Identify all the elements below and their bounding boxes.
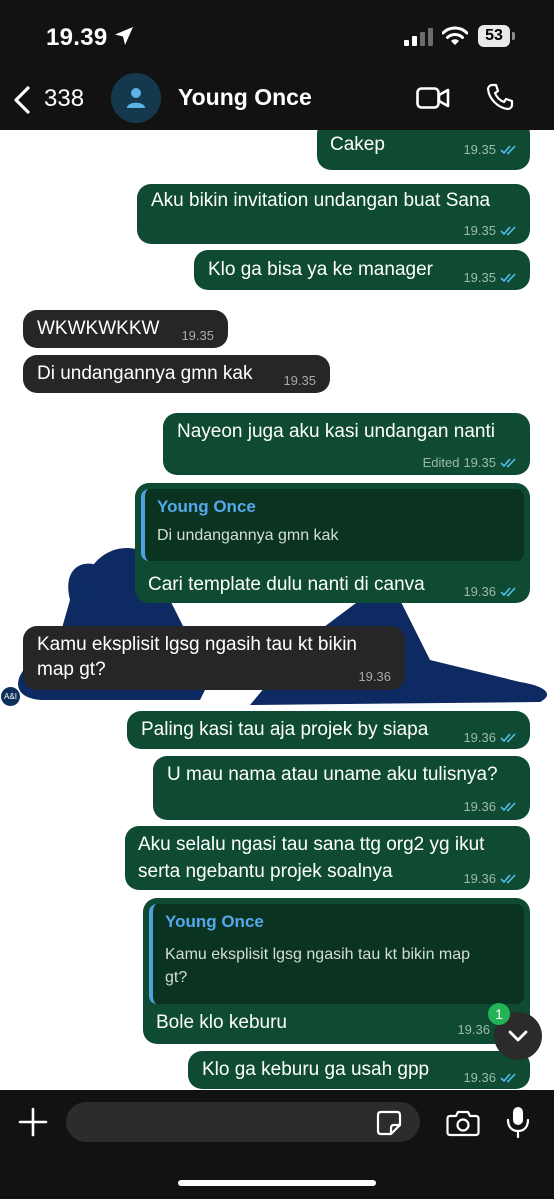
message-meta: 19.36 (463, 730, 518, 745)
message-meta: 19.36 (463, 1070, 518, 1085)
message-text: Paling kasi tau aja projek by siapa (141, 719, 429, 740)
message-text: WKWKWKKW (37, 318, 160, 339)
signal-icon (404, 28, 433, 46)
message-bubble-incoming[interactable]: Di undangannya gmn kak 19.35 (23, 355, 330, 393)
person-icon (127, 88, 145, 108)
message-time: 19.35 (463, 270, 496, 285)
message-time: 19.36 (463, 584, 496, 599)
message-bubble-outgoing[interactable]: Aku selalu ngasi tau sana ttg org2 yg ik… (125, 826, 530, 890)
message-time: 19.36 (463, 1070, 496, 1085)
message-time: 19.35 (283, 373, 316, 388)
message-time: 19.35 (463, 455, 496, 470)
message-meta: 19.35 (283, 373, 316, 388)
edited-label: Edited (422, 455, 460, 470)
message-bubble-outgoing-reply[interactable]: Young Once Kamu eksplisit lgsg ngasih ta… (143, 898, 530, 1044)
quoted-text-line: Kamu eksplisit lgsg ngasih tau kt bikin … (165, 946, 471, 963)
status-time: 19.39 (46, 24, 108, 51)
message-bubble-outgoing[interactable]: U mau nama atau uname aku tulisnya? 19.3… (153, 756, 530, 820)
double-check-icon (500, 733, 516, 743)
message-text-line: map gt? (37, 659, 106, 680)
location-arrow-icon (115, 27, 133, 45)
double-check-icon (500, 874, 516, 884)
message-meta: 19.36 (457, 1022, 490, 1037)
message-time: 19.35 (463, 223, 496, 238)
battery-icon: 53 (478, 25, 516, 47)
message-text: Di undangannya gmn kak (37, 363, 253, 384)
wifi-icon (442, 26, 468, 45)
message-bubble-outgoing[interactable]: Aku bikin invitation undangan buat Sana … (137, 184, 530, 244)
message-meta: 19.35 (463, 223, 518, 238)
message-time: 19.35 (181, 328, 214, 343)
double-check-icon (500, 802, 516, 812)
back-chevron-icon[interactable] (12, 85, 32, 115)
sticker-icon[interactable] (376, 1110, 402, 1136)
message-bubble-incoming[interactable]: WKWKWKKW 19.35 (23, 310, 228, 348)
message-text: Cakep (330, 134, 385, 155)
message-text: Bole klo keburu (156, 1012, 287, 1033)
quoted-text: Di undangannya gmn kak (157, 527, 339, 544)
double-check-icon (500, 226, 516, 236)
double-check-icon (500, 145, 516, 155)
message-time: 19.36 (463, 730, 496, 745)
double-check-icon (500, 458, 516, 468)
message-meta: 19.36 (463, 584, 518, 599)
chat-header: 338 Young Once (0, 72, 554, 130)
contact-avatar[interactable] (111, 73, 161, 123)
unread-badge: 1 (488, 1003, 510, 1025)
message-text: Aku bikin invitation undangan buat Sana (151, 190, 491, 211)
message-time: 19.36 (463, 799, 496, 814)
message-meta: 19.36 (463, 871, 518, 886)
message-text: Klo ga keburu ga usah gpp (202, 1059, 430, 1080)
mic-icon[interactable] (506, 1105, 530, 1139)
message-text-line: Aku selalu ngasi tau sana ttg org2 yg ik… (138, 834, 485, 855)
battery-tip (512, 32, 515, 40)
message-time: 19.36 (463, 871, 496, 886)
contact-name[interactable]: Young Once (178, 84, 312, 111)
message-meta: Edited 19.35 (423, 455, 518, 470)
phone-icon[interactable] (486, 83, 514, 111)
message-text: Klo ga bisa ya ke manager (208, 259, 433, 280)
quoted-text-line: gt? (165, 969, 188, 986)
video-call-icon[interactable] (416, 86, 450, 110)
chat-area[interactable]: Cakep 19.35 Aku bikin invitation undanga… (0, 130, 554, 1090)
home-indicator (178, 1180, 376, 1186)
status-bar: 19.39 53 (0, 0, 554, 72)
message-bubble-outgoing[interactable]: Cakep 19.35 (317, 130, 530, 170)
quoted-message[interactable]: Young Once Kamu eksplisit lgsg ngasih ta… (149, 904, 524, 1004)
message-text: Cari template dulu nanti di canva (148, 574, 425, 595)
quoted-message[interactable]: Young Once Di undangannya gmn kak (141, 489, 524, 561)
message-bubble-outgoing[interactable]: Klo ga bisa ya ke manager 19.35 (194, 250, 530, 290)
message-text-line: serta ngebantu projek soalnya (138, 861, 393, 882)
double-check-icon (500, 273, 516, 283)
message-text: Nayeon juga aku kasi undangan nanti (177, 421, 495, 442)
message-time: 19.36 (457, 1022, 490, 1037)
message-bubble-outgoing-reply[interactable]: Young Once Di undangannya gmn kak Cari t… (135, 483, 530, 603)
message-text: U mau nama atau uname aku tulisnya? (167, 764, 498, 785)
message-input[interactable] (66, 1102, 420, 1142)
message-bubble-outgoing[interactable]: Paling kasi tau aja projek by siapa 19.3… (127, 711, 530, 749)
battery-level: 53 (478, 25, 510, 47)
chevron-down-icon (508, 1030, 528, 1042)
quoted-sender: Young Once (165, 912, 264, 931)
sender-mini-avatar: A&I (1, 687, 20, 706)
quoted-sender: Young Once (157, 497, 256, 516)
double-check-icon (500, 587, 516, 597)
camera-icon[interactable] (446, 1109, 480, 1137)
message-meta: 19.35 (463, 270, 518, 285)
message-time: 19.35 (463, 142, 496, 157)
plus-icon[interactable] (18, 1107, 48, 1137)
message-meta: 19.35 (463, 142, 518, 157)
message-bubble-incoming[interactable]: Kamu eksplisit lgsg ngasih tau kt bikin … (23, 626, 405, 690)
message-bubble-outgoing[interactable]: Nayeon juga aku kasi undangan nanti Edit… (163, 413, 530, 475)
message-text-line: Kamu eksplisit lgsg ngasih tau kt bikin (37, 634, 357, 655)
message-bubble-outgoing[interactable]: Klo ga keburu ga usah gpp 19.36 (188, 1051, 530, 1089)
message-time: 19.36 (358, 669, 391, 684)
message-meta: 19.35 (181, 328, 214, 343)
message-meta: 19.36 (358, 669, 391, 684)
input-bar (0, 1090, 554, 1199)
double-check-icon (500, 1073, 516, 1083)
message-meta: 19.36 (463, 799, 518, 814)
back-unread-count[interactable]: 338 (44, 85, 84, 113)
